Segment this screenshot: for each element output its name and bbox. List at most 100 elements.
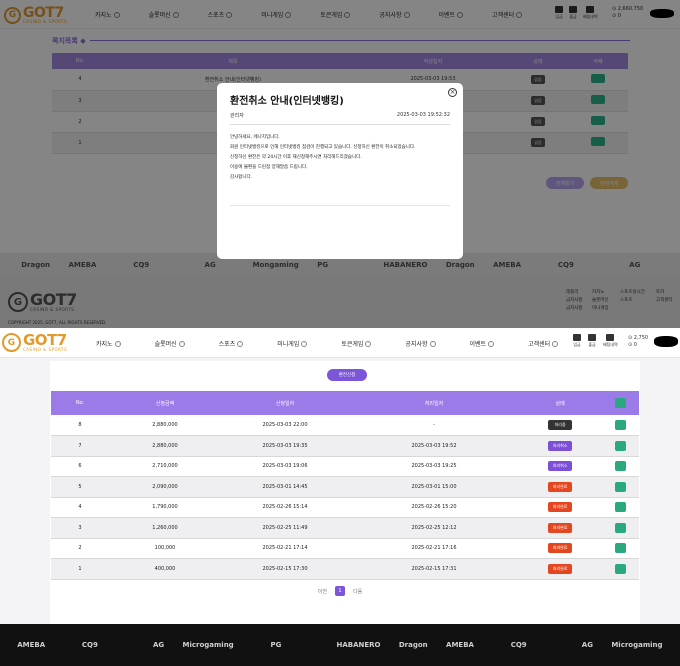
history-done-date: 2025-02-15 17:31 (349, 558, 519, 580)
notes-page-screenshot: G GOT7 CASINO & SPORTS 카지노 ˅ 슬롯머신 ˅ 스포츠 ˅ 미니게임… (0, 0, 680, 328)
pagination: 이전 1 다음 (0, 586, 680, 596)
status-badge: 처리완료 (548, 481, 573, 492)
balance-point-2: 0 (633, 342, 637, 348)
menu-label: 공지사항 (405, 341, 428, 348)
chevron-down-icon: ˅ (488, 340, 495, 347)
modal-body-line: 회원 인터넷뱅킹으로 인해 인터넷뱅킹 점검이 진행되고 있습니다. 신청하신 … (230, 145, 416, 150)
menu-item-bot-7[interactable]: 고객센터 ˅ (528, 339, 559, 348)
history-status-cell: 처리완료 (519, 558, 602, 580)
history-request-date: 2025-02-25 11:49 (221, 517, 349, 539)
pagination-current[interactable]: 1 (335, 586, 345, 596)
history-status-cell: 처리취소 (519, 435, 602, 457)
table-row: 1 400,000 2025-02-15 17:30 2025-02-15 17:31… (51, 558, 639, 580)
menu-item-bot-1[interactable]: 슬롯머신 ˅ (155, 339, 185, 348)
table-row: 6 2,710,000 2025-03-03 19:06 2025-03-03 19:… (51, 456, 639, 477)
provider-logo: Microgaming (182, 641, 234, 649)
history-status-cell: 처리완료 (519, 476, 602, 498)
modal-date: 2025-03-03 19:52:32 (396, 112, 450, 118)
trash-icon[interactable] (614, 563, 626, 574)
brand-logo-2[interactable]: G GOT7 CASINO & SPORTS (2, 333, 67, 352)
pagination-prev[interactable]: 이전 (318, 588, 327, 595)
provider-logo: AG (581, 641, 593, 649)
provider-logo: AG (152, 641, 165, 649)
history-request-date: 2025-02-21 17:14 (221, 538, 349, 559)
history-delete-cell (601, 476, 639, 498)
provider-logo: CQ9 (510, 641, 527, 649)
history-status-cell: 처리완료 (519, 517, 602, 539)
history-done-date: 2025-03-01 15:00 (349, 476, 519, 498)
modal-body-line: 안녕하세요, 에나지입니다. (230, 135, 280, 140)
modal-body-line: 신청하신 환전은 약 24시간 이후 재신청해주시면 처리해드리겠습니다. (230, 155, 362, 160)
history-status-cell: 처리완료 (519, 497, 602, 518)
modal-sender: 관리자 (230, 113, 244, 119)
history-status-cell: 처리완료 (519, 538, 602, 559)
history-delete-cell (601, 415, 639, 436)
trash-icon[interactable] (614, 481, 626, 492)
balance-box-2: ⊙ 2,750 ⊙ 0 (628, 335, 649, 348)
main-menu-2: 카지노 ˅ 슬롯머신 ˅ 스포츠 ˅ 미니게임 ˅ 토큰게임 ˅ 공지사항 ˅ 이벤트 ˅ 고객센터 ˅ (96, 339, 559, 348)
message-modal: × 환전취소 안내(인터넷뱅킹) 관리자 2025-03-03 19:52:32… (217, 83, 463, 259)
status-badge: 처리완료 (548, 543, 573, 554)
table-row: 3 1,260,000 2025-02-25 11:49 2025-02-25 12:… (51, 517, 639, 539)
status-badge: 처리중 (548, 420, 573, 430)
menu-item-bot-3[interactable]: 미니게임 ˅ (277, 339, 308, 348)
trash-icon[interactable] (614, 398, 626, 408)
chevron-down-icon: ˅ (552, 340, 559, 347)
tool-bot-1[interactable]: 출금 (588, 334, 596, 348)
provider-logo: PG (270, 641, 282, 649)
history-request-date: 2025-03-01 14:45 (221, 476, 349, 498)
trash-icon[interactable] (614, 502, 626, 513)
provider-logo: Dragon (398, 641, 428, 649)
history-no: 2 (51, 538, 109, 559)
chevron-down-icon: ˅ (114, 340, 121, 347)
menu-item-bot-2[interactable]: 스포츠 ˅ (219, 339, 244, 348)
withdraw-history-screenshot: G GOT7 CASINO & SPORTS 카지노 ˅ 슬롯머신 ˅ 스포츠 ˅ 미니게임… (0, 328, 680, 666)
history-delete-cell (601, 497, 639, 518)
trash-icon[interactable] (614, 543, 626, 554)
tool-label: 입금 (573, 342, 581, 347)
history-request-date: 2025-02-26 15:14 (221, 497, 349, 518)
history-done-date: 2025-02-26 15:20 (349, 497, 519, 518)
trash-icon[interactable] (614, 522, 626, 533)
menu-item-bot-6[interactable]: 이벤트 ˅ (470, 339, 495, 348)
pagination-next[interactable]: 다음 (353, 588, 362, 595)
history-done-date: 2025-03-03 19:25 (349, 456, 519, 477)
history-amount: 2,710,000 (109, 456, 221, 477)
history-status-cell: 처리취소 (519, 456, 602, 477)
close-icon[interactable]: × (448, 88, 457, 97)
table-row: 8 2,880,000 2025-03-03 22:00- 처리중 (51, 415, 639, 436)
user-avatar-2[interactable] (654, 336, 678, 347)
history-col-header (601, 391, 639, 415)
menu-label: 슬롯머신 (154, 341, 177, 348)
history-amount: 1,260,000 (109, 517, 221, 539)
menu-label: 토큰게임 (341, 341, 364, 348)
history-no: 8 (51, 415, 109, 436)
status-badge: 처리취소 (548, 440, 573, 451)
menu-item-bot-4[interactable]: 토큰게임 ˅ (341, 339, 372, 348)
trash-icon[interactable] (614, 461, 626, 472)
trash-icon[interactable] (614, 440, 626, 451)
brand-name-2: GOT7 (23, 331, 67, 349)
modal-body-line: 이용에 불편을 드린점 양해말씀 드립니다. (230, 165, 308, 170)
bottom-navbar: G GOT7 CASINO & SPORTS 카지노 ˅ 슬롯머신 ˅ 스포츠 ˅ 미니게임… (0, 328, 680, 358)
history-no: 5 (51, 476, 109, 498)
history-request-date: 2025-03-03 19:35 (221, 435, 349, 457)
history-amount: 1,790,000 (109, 497, 221, 518)
menu-item-bot-0[interactable]: 카지노 ˅ (96, 339, 121, 348)
history-delete-cell (601, 456, 639, 477)
history-no: 3 (51, 517, 109, 539)
tool-bot-2[interactable]: 배팅내역 (603, 334, 618, 348)
history-no: 1 (51, 558, 109, 580)
menu-item-bot-5[interactable]: 공지사항 ˅ (405, 339, 436, 348)
table-row: 4 1,790,000 2025-02-26 15:14 2025-02-26 15:… (51, 497, 639, 518)
tool-bot-0[interactable]: 입금 (573, 334, 581, 348)
withdraw-history-table: No. 신청금액 신청일자 처리일자 상태 8 2,880,000 2025-03-03 2… (51, 391, 639, 580)
history-col-header: 처리일자 (349, 391, 519, 415)
trash-icon[interactable] (614, 420, 626, 430)
table-row: 2 100,000 2025-02-21 17:14 2025-02-21 17:16… (51, 538, 639, 559)
provider-logo-strip-2: AMEBA CQ9 AG Microgaming PG HABANERO Dragon AME… (0, 624, 680, 666)
brand-tagline-2: CASINO & SPORTS (23, 347, 68, 352)
chevron-down-icon: ˅ (429, 340, 436, 347)
withdraw-apply-button[interactable]: 환전신청 (327, 369, 367, 381)
history-col-header: No. (51, 391, 109, 415)
